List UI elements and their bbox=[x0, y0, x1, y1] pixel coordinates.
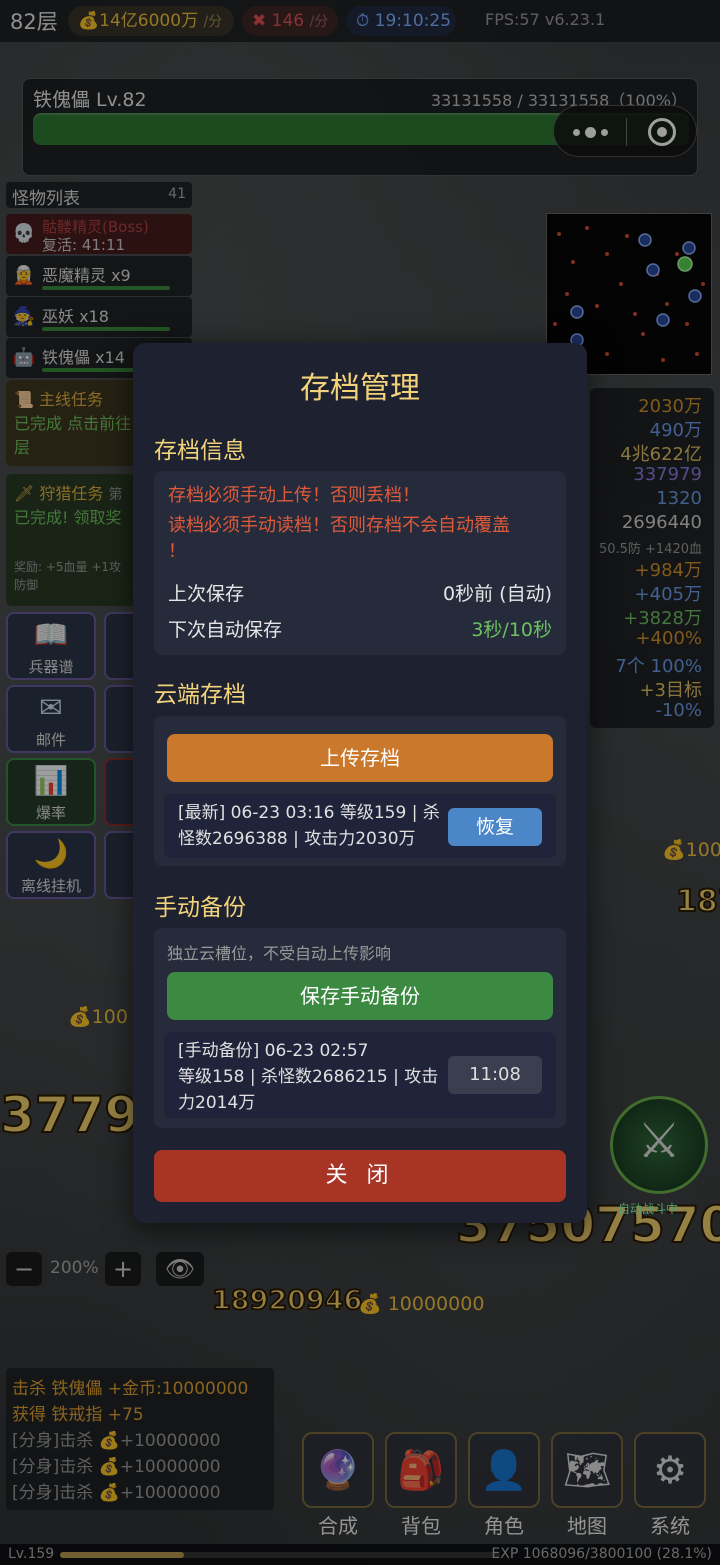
warning-load-cont: ！ bbox=[168, 541, 186, 562]
manual-backup-time-button[interactable]: 11:08 bbox=[448, 1056, 542, 1094]
save-info-title: 存档信息 bbox=[154, 438, 246, 464]
manual-backup-card: 独立云槽位，不受自动上传影响 保存手动备份 [手动备份] 06-23 02:57… bbox=[154, 928, 566, 1128]
manual-backup-entry-text: [手动备份] 06-23 02:57 等级158 | 杀怪数2686215 | 攻… bbox=[178, 1041, 439, 1113]
last-save-value: 0秒前 (自动) bbox=[443, 583, 552, 605]
cloud-save-card: 上传存档 [最新] 06-23 03:16 等级159 | 杀怪数2696388… bbox=[154, 716, 566, 866]
save-info-card: 存档必须手动上传！否则丢档！ 读档必须手动读档！否则存档不会自动覆盖 ！ 上次保… bbox=[154, 471, 566, 655]
close-button[interactable]: 关 闭 bbox=[154, 1150, 566, 1202]
save-manual-backup-button[interactable]: 保存手动备份 bbox=[167, 972, 553, 1020]
manual-backup-entry: [手动备份] 06-23 02:57 等级158 | 杀怪数2686215 | 攻… bbox=[164, 1032, 556, 1118]
cloud-save-entry: [最新] 06-23 03:16 等级159 | 杀怪数2696388 | 攻击… bbox=[164, 794, 556, 858]
warning-upload: 存档必须手动上传！否则丢档！ bbox=[168, 485, 420, 506]
upload-save-button[interactable]: 上传存档 bbox=[167, 734, 553, 782]
next-save-label: 下次自动保存 bbox=[168, 619, 283, 641]
cloud-save-title: 云端存档 bbox=[154, 682, 246, 708]
last-save-label: 上次保存 bbox=[168, 583, 245, 605]
save-management-dialog: 存档管理 存档信息 存档必须手动上传！否则丢档！ 读档必须手动读档！否则存档不会… bbox=[133, 343, 587, 1223]
cloud-save-entry-text: [最新] 06-23 03:16 等级159 | 杀怪数2696388 | 攻击… bbox=[178, 803, 440, 849]
next-save-value: 3秒/10秒 bbox=[471, 619, 552, 641]
manual-backup-title: 手动备份 bbox=[154, 895, 246, 921]
restore-button[interactable]: 恢复 bbox=[448, 808, 542, 846]
dialog-title: 存档管理 bbox=[300, 371, 420, 406]
manual-backup-hint: 独立云槽位，不受自动上传影响 bbox=[167, 944, 392, 963]
warning-load: 读档必须手动读档！否则存档不会自动覆盖 bbox=[168, 515, 510, 536]
